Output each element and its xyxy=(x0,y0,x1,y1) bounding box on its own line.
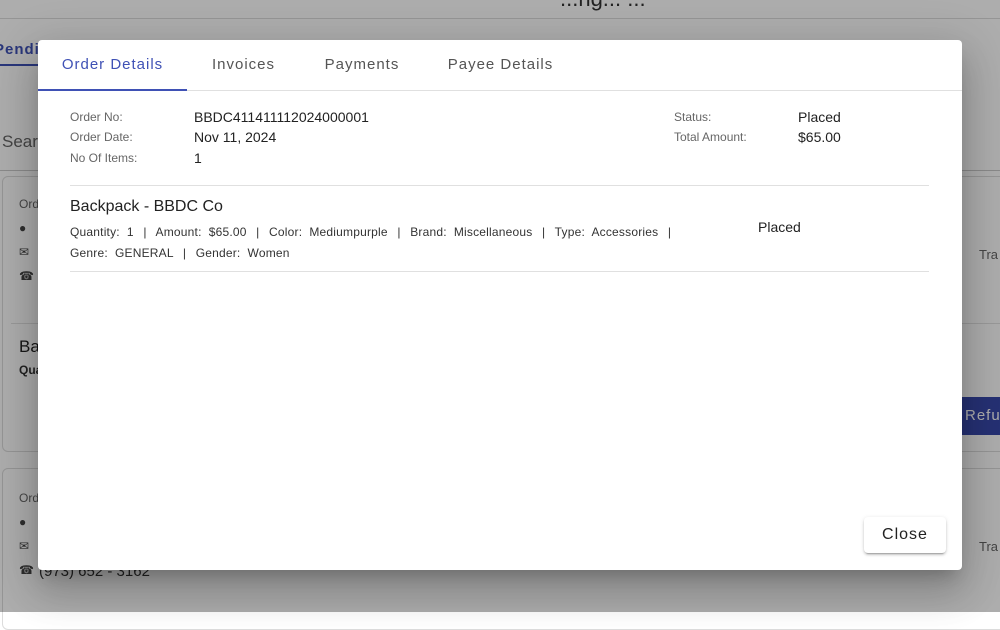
separator: | xyxy=(182,246,187,260)
item-attributes-line-2: Genre: GENERAL | Gender: Women xyxy=(70,246,290,260)
total-amount-value: $65.00 xyxy=(798,129,841,145)
section-divider xyxy=(70,271,929,272)
amount-label: Amount: xyxy=(155,225,202,239)
genre-label: Genre: xyxy=(70,246,108,260)
tab-invoices[interactable]: Invoices xyxy=(187,40,300,90)
total-amount-label: Total Amount: xyxy=(674,130,747,144)
tab-payee-details[interactable]: Payee Details xyxy=(424,40,577,90)
brand-label: Brand: xyxy=(410,225,447,239)
separator: | xyxy=(542,225,546,239)
items-count-label: No Of Items: xyxy=(70,151,138,165)
gender-label: Gender: xyxy=(195,246,241,260)
color-label: Color: xyxy=(269,225,303,239)
status-value: Placed xyxy=(798,109,841,125)
type-value: Accessories xyxy=(591,225,659,239)
tab-payments[interactable]: Payments xyxy=(300,40,424,90)
separator: | xyxy=(397,225,401,239)
tab-order-details[interactable]: Order Details xyxy=(38,40,187,91)
status-label: Status: xyxy=(674,110,712,124)
close-button[interactable]: Close xyxy=(864,517,946,553)
genre-value: GENERAL xyxy=(114,246,174,260)
separator: | xyxy=(143,225,147,239)
order-no-label: Order No: xyxy=(70,110,123,124)
quantity-label: Quantity: xyxy=(70,225,120,239)
item-attributes-line-1: Quantity: 1 | Amount: $65.00 | Color: Me… xyxy=(70,225,677,239)
section-divider xyxy=(70,185,929,186)
items-count-value: 1 xyxy=(194,150,202,166)
type-label: Type: xyxy=(554,225,586,239)
separator: | xyxy=(667,225,672,239)
order-details-dialog: Order Details Invoices Payments Payee De… xyxy=(38,40,962,570)
amount-value: $65.00 xyxy=(208,225,247,239)
color-value: Mediumpurple xyxy=(309,225,388,239)
item-status: Placed xyxy=(758,219,801,235)
order-date-value: Nov 11, 2024 xyxy=(194,129,277,145)
gender-value: Women xyxy=(247,246,290,260)
item-name: Backpack - BBDC Co xyxy=(70,198,223,215)
brand-value: Miscellaneous xyxy=(453,225,533,239)
separator: | xyxy=(256,225,260,239)
dialog-tabs: Order Details Invoices Payments Payee De… xyxy=(38,40,962,91)
quantity-value: 1 xyxy=(126,225,134,239)
order-no-value: BBDC411411112024000001 xyxy=(194,109,369,125)
order-date-label: Order Date: xyxy=(70,130,133,144)
